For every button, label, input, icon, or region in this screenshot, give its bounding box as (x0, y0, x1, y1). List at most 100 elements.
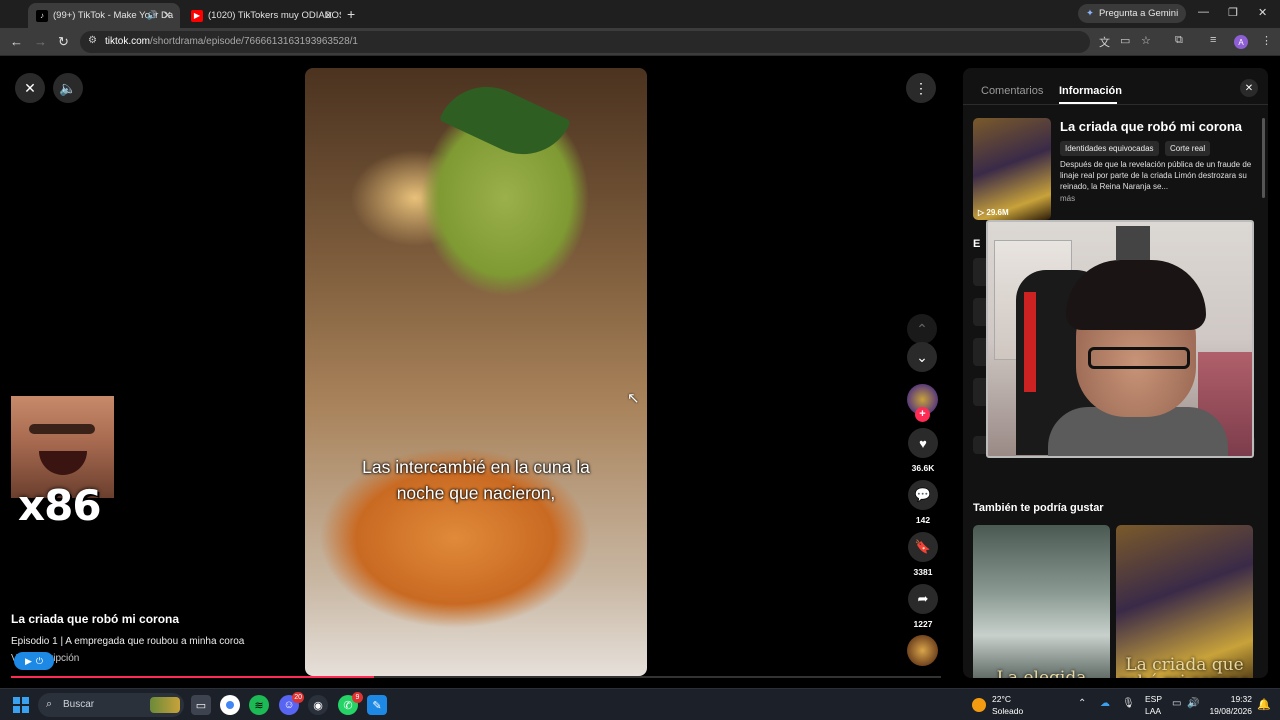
browser-menu-icon[interactable]: ⋮ (1261, 34, 1272, 47)
windows-taskbar: ⌕ Buscar ▭ ≋ ☺ 20 ◉ ✆ 9 ✎ 22°C Soleado ⌃ ☁… (0, 688, 1280, 720)
tray-chevron-icon[interactable]: ⌃ (1078, 698, 1086, 709)
video-leaf-decor (438, 70, 572, 171)
share-count: 1227 (913, 619, 933, 629)
next-video-button[interactable]: ⌄ (907, 342, 937, 372)
onedrive-icon[interactable]: ☁ (1100, 698, 1110, 709)
save-count: 3381 (913, 567, 933, 577)
episodes-heading: E (973, 238, 981, 250)
more-options-button[interactable]: ⋮ (906, 73, 936, 103)
close-player-button[interactable]: ✕ (15, 73, 45, 103)
chrome-center (226, 701, 234, 709)
speaker-icon[interactable]: 🔊 (147, 10, 158, 21)
more-vertical-icon: ⋮ (914, 79, 928, 96)
tag-corte-real[interactable]: Corte real (1165, 141, 1211, 156)
profile-avatar[interactable]: A (1234, 35, 1248, 49)
series-disc-thumbnail[interactable] (907, 635, 938, 666)
share-arrow-icon[interactable]: ➦ (908, 584, 938, 614)
bookmark-star-icon[interactable]: ☆ (1141, 34, 1151, 47)
task-view-icon[interactable]: ▭ (191, 695, 211, 715)
tab-information[interactable]: Información (1059, 85, 1122, 97)
heart-icon[interactable]: ♥ (908, 428, 938, 458)
gemini-button[interactable]: ✦ Pregunta a Gemini (1078, 4, 1187, 23)
discord-icon[interactable]: ☺ 20 (279, 692, 304, 715)
browser-tab-tiktok[interactable]: ♪ (99+) TikTok - Make Your Da 🔊 ✕ (28, 3, 180, 28)
keyboard-layout[interactable]: LAA (1145, 706, 1161, 716)
recommendation-title: La criada que robó mi corona (1119, 655, 1250, 679)
close-tab-icon[interactable]: ✕ (163, 9, 172, 22)
browser-tab-youtube[interactable]: ▶ (1020) TikTokers muy ODIADOS ✕ (183, 3, 341, 28)
restore-button[interactable]: ❐ (1228, 6, 1238, 19)
chevron-down-icon: ⌄ (916, 348, 928, 365)
tag-identidades[interactable]: Identidades equivocadas (1060, 141, 1159, 156)
address-bar[interactable]: ⚙ tiktok.com/shortdrama/episode/76666131… (80, 31, 1090, 53)
minimize-button[interactable]: — (1198, 6, 1209, 18)
taskbar-search[interactable]: ⌕ Buscar (38, 693, 184, 717)
obs-icon[interactable]: ◉ (308, 695, 328, 715)
site-info-icon[interactable]: ⚙ (88, 35, 97, 46)
forward-arrow-icon[interactable]: → (34, 34, 47, 49)
language-code[interactable]: ESP (1145, 694, 1162, 704)
comment-icon[interactable]: 💬 (908, 480, 938, 510)
video-subtitle: Las intercambié en la cuna la noche que … (362, 457, 590, 503)
new-tab-button[interactable]: + (347, 6, 355, 22)
close-panel-button[interactable]: ✕ (1240, 79, 1258, 97)
recommendation-card[interactable]: La elegida (973, 525, 1110, 678)
weather-description: Soleado (992, 706, 1024, 716)
previous-video-button[interactable]: ⌃ (907, 314, 937, 344)
volume-icon[interactable]: 🔊 (1187, 698, 1199, 709)
video-progress-bar[interactable] (11, 676, 941, 678)
comment-action[interactable]: 💬 142 (907, 480, 939, 525)
comment-count: 142 (915, 515, 931, 525)
editor-app-icon[interactable]: ✎ (367, 695, 387, 715)
notification-bell-icon[interactable]: 🔔 (1257, 698, 1271, 711)
spotify-icon[interactable]: ≋ (249, 695, 269, 715)
browser-toolbar: ← → ↻ ⚙ tiktok.com/shortdrama/episode/76… (0, 28, 1280, 56)
url-text: tiktok.com/shortdrama/episode/7666613163… (105, 36, 358, 47)
windows-start-icon[interactable] (13, 697, 29, 713)
tab-comments[interactable]: Comentarios (981, 85, 1043, 97)
play-icon: ▶ (24, 655, 32, 666)
tiktok-icon: ♪ (36, 9, 48, 22)
save-action[interactable]: 🔖 3381 (907, 532, 939, 577)
recommendation-card[interactable]: La criada que robó mi corona (1116, 525, 1253, 678)
discord-badge: 20 (292, 692, 304, 703)
tab-title: (1020) TikTokers muy ODIADOS (208, 10, 341, 21)
more-link[interactable]: más (1060, 194, 1075, 203)
cast-icon[interactable]: ▭ (1120, 34, 1130, 47)
whatsapp-icon[interactable]: ✆ 9 (338, 692, 363, 715)
show-title[interactable]: La criada que robó mi corona (11, 612, 179, 626)
youtube-icon: ▶ (191, 9, 203, 22)
chevron-up-icon: ⌃ (916, 320, 928, 337)
close-tab-icon[interactable]: ✕ (324, 9, 333, 22)
microphone-icon[interactable]: 🎙 (1122, 698, 1135, 709)
back-arrow-icon[interactable]: ← (10, 34, 23, 49)
webcam-hair (1066, 260, 1206, 330)
speaker-icon: 🔈 (59, 79, 77, 96)
translate-icon[interactable]: 文 (1099, 34, 1110, 50)
search-highlight-image (150, 697, 180, 713)
extensions-icon[interactable]: ⧉ (1175, 34, 1183, 47)
reading-list-icon[interactable]: ≡ (1210, 34, 1216, 46)
search-placeholder: Buscar (63, 699, 95, 710)
chrome-icon[interactable] (220, 695, 240, 715)
video-frame[interactable]: Las intercambié en la cuna la noche que … (305, 68, 647, 676)
volume-button[interactable]: 🔈 (53, 73, 83, 103)
series-poster[interactable]: ▷ 29.6M (973, 118, 1051, 220)
clock-time[interactable]: 19:32 (1218, 694, 1252, 704)
bookmark-icon[interactable]: 🔖 (908, 532, 938, 562)
episode-label: Episodio 1 | A empregada que roubou a mi… (11, 636, 245, 647)
tiktok-player-page: ✕ 🔈 ⋮ Las intercambié en la cuna la noch… (0, 56, 1280, 688)
reload-icon[interactable]: ↻ (58, 34, 69, 50)
like-action[interactable]: ♥ 36.6K (907, 428, 939, 473)
clock-date[interactable]: 19/08/2026 (1200, 706, 1252, 716)
series-title: La criada que robó mi corona (1060, 119, 1243, 134)
search-icon: ⌕ (46, 698, 53, 710)
video-progress-fill (11, 676, 374, 678)
webcam-chair-stripe (1024, 292, 1036, 392)
panel-scrollbar[interactable] (1262, 118, 1265, 198)
follow-plus-button[interactable]: + (915, 407, 930, 422)
close-window-button[interactable]: ✕ (1258, 6, 1267, 19)
sun-icon[interactable] (972, 698, 986, 712)
share-action[interactable]: ➦ 1227 (907, 584, 939, 629)
network-icon[interactable]: ▭ (1172, 698, 1181, 709)
